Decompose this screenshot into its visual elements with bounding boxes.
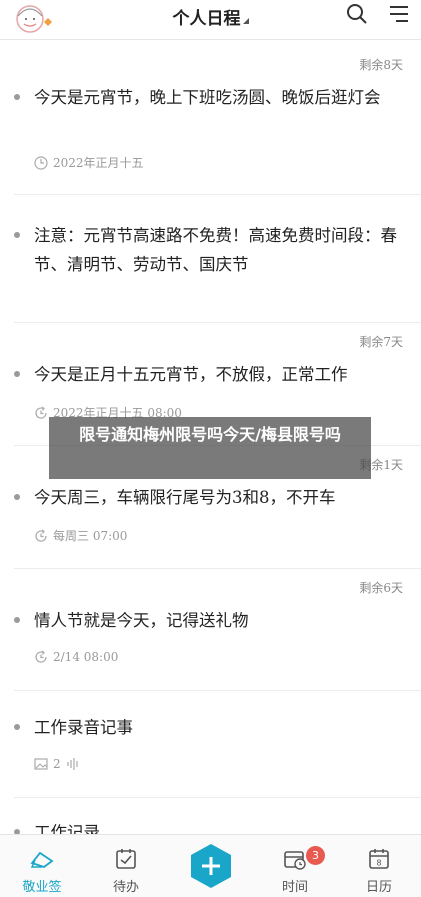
tab-label: 时间: [281, 880, 308, 895]
tab-time[interactable]: 时间: [253, 835, 337, 897]
tab-todo[interactable]: 待办: [84, 835, 168, 897]
item-text: 今天是元宵节，晚上下班吃汤圆、晚饭后逛灯会: [34, 88, 381, 107]
app-header: 个人日程: [0, 0, 421, 40]
item-text: 情人节就是今天，记得送礼物: [34, 611, 249, 630]
list-item[interactable]: 剩余8天 今天是元宵节，晚上下班吃汤圆、晚饭后逛灯会 2022年正月十五: [14, 41, 421, 195]
item-meta: 2022年正月十五: [34, 154, 144, 171]
home-icon: [30, 851, 54, 869]
time-badge: 3: [306, 846, 325, 865]
plus-icon: [191, 844, 231, 888]
audio-wave-icon: [67, 758, 78, 770]
item-meta: 2: [34, 757, 80, 771]
caption-text: 限号通知梅州限号吗今天/梅县限号吗: [79, 425, 341, 444]
image-icon: [34, 758, 48, 770]
bullet-dot: [14, 494, 20, 500]
svg-text:8: 8: [376, 859, 381, 868]
item-meta-text: 2/14 08:00: [53, 650, 119, 664]
item-meta-text: 2022年正月十五: [53, 156, 144, 170]
item-text: 工作录音记事: [34, 718, 133, 737]
add-button[interactable]: [188, 843, 234, 889]
menu-icon[interactable]: [388, 3, 410, 25]
tab-label: 敬业签: [22, 880, 62, 895]
repeat-clock-icon: [35, 529, 47, 542]
calendar-icon: 8: [369, 849, 389, 869]
item-meta: 每周三 07:00: [34, 527, 127, 544]
item-meta-text: 每周三 07:00: [53, 529, 128, 543]
remaining-days: 剩余7天: [359, 335, 403, 349]
bullet-dot: [14, 232, 20, 238]
bullet-dot: [14, 617, 20, 623]
bullet-dot: [14, 724, 20, 730]
item-text: 今天是正月十五元宵节，不放假，正常工作: [34, 365, 348, 384]
clock-icon: [34, 155, 48, 170]
todo-check-icon: [116, 849, 136, 869]
tab-label: 待办: [112, 880, 139, 895]
list-item[interactable]: 工作记录: [14, 798, 421, 842]
tab-calendar[interactable]: 8 日历: [337, 835, 421, 897]
bullet-dot: [14, 371, 20, 377]
list-item[interactable]: 工作录音记事 2: [14, 691, 421, 798]
caption-overlay: 限号通知梅州限号吗今天/梅县限号吗: [49, 417, 371, 479]
dropdown-caret-icon: [242, 18, 249, 24]
item-meta-text: 2: [53, 757, 61, 771]
tab-label: 日历: [365, 880, 392, 895]
repeat-clock-icon: [35, 650, 47, 663]
search-icon[interactable]: [346, 3, 368, 25]
item-text: 今天周三，车辆限行尾号为3和8，不开车: [34, 488, 336, 507]
tab-home[interactable]: 敬业签: [0, 835, 84, 897]
item-meta: 2/14 08:00: [34, 650, 118, 664]
calendar-clock-icon: [284, 851, 306, 870]
bullet-dot: [14, 94, 20, 100]
page-title-text: 个人日程: [172, 9, 241, 29]
remaining-days: 剩余8天: [359, 58, 403, 72]
remaining-days: 剩余6天: [359, 581, 403, 595]
item-text: 注意：元宵节高速路不免费！高速免费时间段：春节、清明节、劳动节、国庆节: [34, 226, 397, 274]
list-item[interactable]: 注意：元宵节高速路不免费！高速免费时间段：春节、清明节、劳动节、国庆节: [14, 195, 421, 323]
repeat-clock-icon: [35, 406, 47, 419]
list-item[interactable]: 剩余6天 情人节就是今天，记得送礼物 2/14 08:00: [14, 569, 421, 691]
